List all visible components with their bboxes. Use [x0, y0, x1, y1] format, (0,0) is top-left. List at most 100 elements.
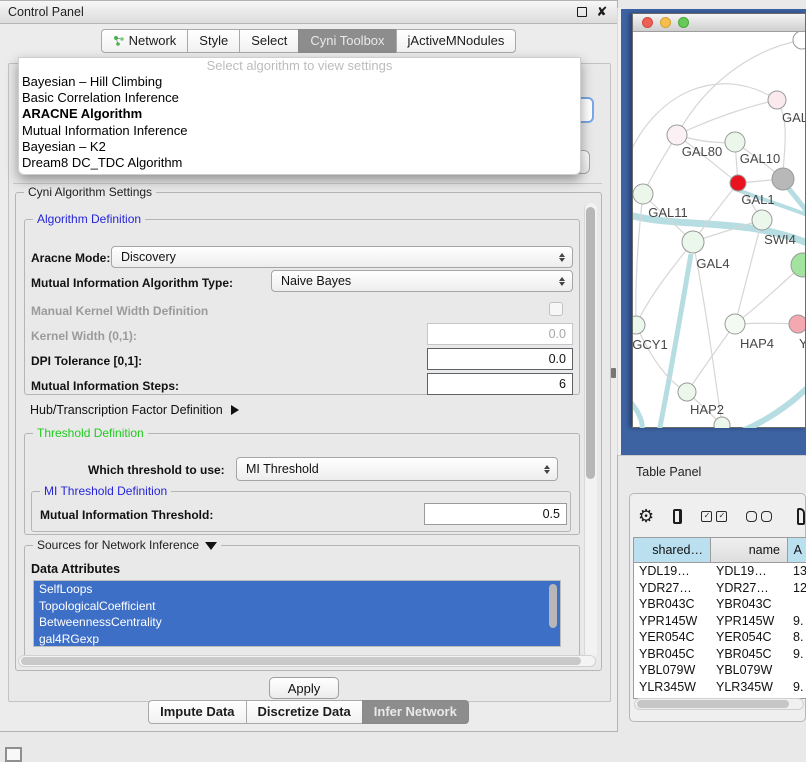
table-row[interactable]: YBR045CYBR045C9. [634, 646, 806, 663]
which-threshold-select[interactable]: MI Threshold [236, 457, 558, 481]
table-cell: YDR27… [711, 580, 788, 597]
table-header-partial[interactable]: A [788, 538, 806, 563]
table-cell: YPR145W [634, 613, 711, 630]
apply-button[interactable]: Apply [269, 677, 339, 699]
manual-kernel-checkbox[interactable] [549, 302, 563, 316]
node-unlabeled-top[interactable] [793, 32, 805, 49]
network-canvas[interactable]: GALGAL80GAL10GAL1GAL11SWI4GAL4GCY1HAP4YH… [633, 32, 805, 428]
page-icon[interactable] [797, 508, 805, 525]
table-cell: 9. [788, 613, 806, 630]
table-cell: YDL19… [711, 563, 788, 580]
network-window-titlebar[interactable] [633, 14, 805, 32]
node-gray[interactable] [772, 168, 794, 190]
table-hscrollbar-thumb[interactable] [637, 700, 789, 708]
settings-horizontal-scrollbar[interactable] [18, 655, 596, 667]
right-top-strip [618, 0, 806, 9]
node-gal80[interactable] [667, 125, 687, 145]
algorithm-option[interactable]: ARACNE Algorithm [19, 106, 580, 122]
table-cell [788, 596, 806, 613]
aracne-mode-label: Aracne Mode: [31, 251, 110, 265]
table-row[interactable]: YPR145WYPR145W9. [634, 613, 806, 630]
close-button[interactable]: ✘ [595, 5, 609, 19]
table-horizontal-scrollbar[interactable] [634, 698, 804, 710]
algorithm-option[interactable]: Bayesian – K2 [19, 139, 580, 155]
settings-vertical-scrollbar[interactable] [584, 203, 597, 659]
mi-algorithm-type-select[interactable]: Naive Bayes [271, 270, 573, 292]
node-gal11[interactable] [633, 184, 653, 204]
table-row[interactable]: YBL079WYBL079W [634, 662, 806, 679]
algorithm-option[interactable]: Bayesian – Hill Climbing [19, 74, 580, 90]
tab-network[interactable]: Network [101, 29, 189, 53]
gear-icon[interactable]: ⚙ [638, 507, 654, 525]
table-header[interactable]: name [711, 538, 788, 563]
table-cell: YBL079W [711, 662, 788, 679]
node-gal4[interactable] [682, 231, 704, 253]
combo-arrows-icon [554, 277, 570, 286]
node-gcy1[interactable] [633, 316, 645, 334]
node-swi4[interactable] [752, 210, 772, 230]
settings-hscrollbar-thumb[interactable] [21, 657, 581, 665]
tab-style[interactable]: Style [187, 29, 240, 53]
mi-threshold-field[interactable]: 0.5 [424, 503, 567, 525]
network-edge-thick [633, 396, 642, 428]
algorithm-option[interactable]: Basic Correlation Inference [19, 90, 580, 106]
aracne-mode-select[interactable]: Discovery [111, 246, 573, 268]
group-title: MI Threshold Definition [40, 484, 171, 498]
network-edge-thick [735, 380, 805, 428]
manual-kernel-label: Manual Kernel Width Definition [31, 304, 208, 318]
table-row[interactable]: YLR345WYLR345W9. [634, 679, 806, 696]
sources-group: Sources for Network Inference Data Attri… [24, 545, 580, 659]
table-row[interactable]: YBR043CYBR043C [634, 596, 806, 613]
table-cell: 9. [788, 679, 806, 696]
table-cell: YLR345W [711, 679, 788, 696]
threshold-definition-group: Threshold Definition Which threshold to … [24, 433, 580, 535]
node-gal1[interactable] [730, 175, 746, 191]
minimized-panel-icon[interactable] [5, 747, 22, 762]
tab-jactivemnodules[interactable]: jActiveMNodules [396, 29, 517, 53]
bottom-tab-infer-network[interactable]: Infer Network [362, 700, 469, 724]
node-gal10[interactable] [725, 132, 745, 152]
hub-definition-expander[interactable]: Hub/Transcription Factor Definition [30, 403, 239, 417]
node-pink-right[interactable] [789, 315, 805, 333]
table-row[interactable]: YER054CYER054C8. [634, 629, 806, 646]
float-button[interactable] [575, 5, 589, 19]
settings-scrollbar-thumb[interactable] [586, 207, 595, 479]
algorithm-option[interactable]: Mutual Information Inference [19, 123, 580, 139]
data-attributes-list[interactable]: SelfLoopsTopologicalCoefficientBetweenne… [33, 580, 561, 647]
sources-expander[interactable]: Sources for Network Inference [33, 538, 221, 552]
attribute-item[interactable]: TopologicalCoefficient [34, 598, 560, 615]
tab-select[interactable]: Select [239, 29, 299, 53]
algorithm-option[interactable]: Dream8 DC_TDC Algorithm [19, 155, 580, 171]
combo-arrows-icon [539, 465, 555, 474]
tab-cyni-toolbox[interactable]: Cyni Toolbox [298, 29, 396, 53]
table-row[interactable]: YDR27…YDR27…12 [634, 580, 806, 597]
attributes-scrollbar-thumb[interactable] [549, 584, 557, 628]
combo-arrows-icon [554, 253, 570, 262]
minimize-traffic-light-icon[interactable] [660, 17, 671, 28]
node-hap4[interactable] [725, 314, 745, 334]
mi-steps-label: Mutual Information Steps: [31, 379, 179, 393]
dropdown-prompt: Select algorithm to view settings [19, 58, 580, 74]
zoom-traffic-light-icon[interactable] [678, 17, 689, 28]
divider-collapse-handle[interactable] [611, 368, 616, 378]
bottom-tab-impute-data[interactable]: Impute Data [148, 700, 246, 724]
attribute-item[interactable]: SelfLoops [34, 581, 560, 598]
dpi-tolerance-label: DPI Tolerance [0,1]: [31, 354, 142, 368]
table-header[interactable]: shared… [634, 538, 711, 563]
mi-steps-field[interactable]: 6 [427, 373, 573, 395]
kernel-width-label: Kernel Width (0,1): [31, 329, 137, 343]
dpi-tolerance-field[interactable]: 0.0 [427, 348, 573, 370]
node-gal-partial[interactable] [768, 91, 786, 109]
checked-pair-icon[interactable]: ✓✓ [701, 511, 727, 522]
node-hap2[interactable] [678, 383, 696, 401]
close-traffic-light-icon[interactable] [642, 17, 653, 28]
table-cell: 8. [788, 629, 806, 646]
bottom-tab-discretize-data[interactable]: Discretize Data [246, 700, 363, 724]
node-unlabeled-bottom[interactable] [714, 417, 730, 428]
attribute-item[interactable]: gal4RGexp [34, 631, 560, 648]
attribute-item[interactable]: BetweennessCentrality [34, 614, 560, 631]
unchecked-pair-icon[interactable] [746, 511, 772, 522]
columns-icon[interactable] [673, 509, 682, 524]
table-row[interactable]: YDL19…YDL19…13 [634, 563, 806, 580]
kernel-width-field[interactable]: 0.0 [427, 323, 573, 345]
